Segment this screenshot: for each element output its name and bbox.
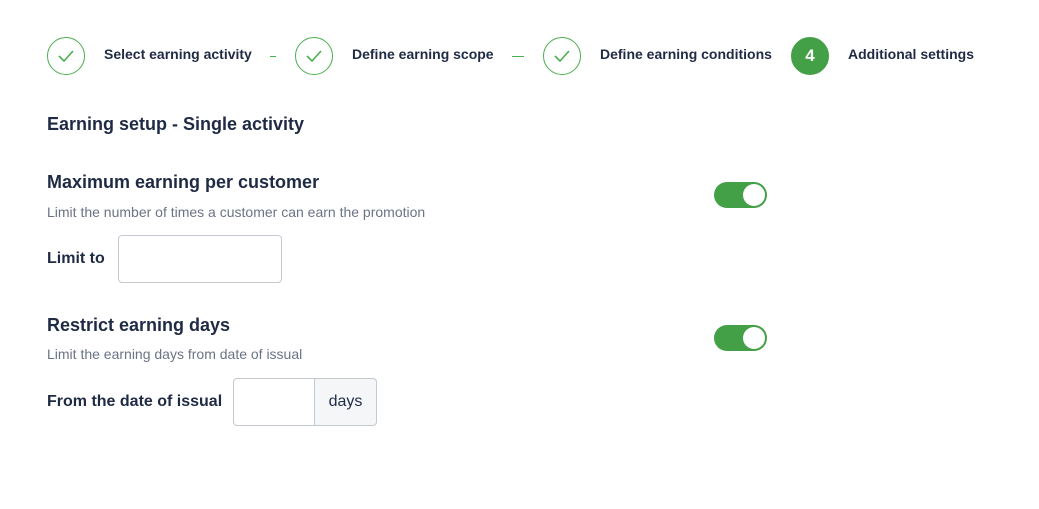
days-input[interactable]	[233, 378, 315, 426]
step-1-label: Select earning activity	[104, 46, 252, 62]
step-4-current-indicator[interactable]: 4	[791, 37, 829, 75]
step-1-complete-indicator[interactable]	[47, 37, 85, 75]
section-title: Earning setup - Single activity	[47, 114, 305, 134]
limit-to-input[interactable]	[118, 235, 282, 283]
toggle-knob	[743, 327, 765, 349]
step-separator	[512, 56, 524, 57]
restrict-days-description: Limit the earning days from date of issu…	[47, 346, 303, 362]
toggle-knob	[743, 184, 765, 206]
max-earning-title: Maximum earning per customer	[47, 172, 320, 192]
restrict-days-toggle[interactable]	[714, 325, 767, 351]
step-separator	[270, 56, 276, 57]
step-2-complete-indicator[interactable]	[295, 37, 333, 75]
days-unit-addon: days	[314, 378, 377, 426]
check-icon	[58, 50, 74, 63]
check-icon	[554, 50, 570, 63]
step-3-label: Define earning conditions	[600, 46, 772, 62]
progress-stepper: Select earning activity Define earning s…	[47, 37, 1007, 75]
step-4-label: Additional settings	[848, 46, 974, 62]
max-earning-description: Limit the number of times a customer can…	[47, 204, 426, 220]
step-3-complete-indicator[interactable]	[543, 37, 581, 75]
max-earning-toggle[interactable]	[714, 182, 767, 208]
check-icon	[306, 50, 322, 63]
step-2-label: Define earning scope	[352, 46, 494, 62]
date-of-issual-label: From the date of issual	[47, 393, 223, 410]
step-number: 4	[805, 46, 815, 65]
limit-to-label: Limit to	[47, 250, 105, 267]
restrict-days-title: Restrict earning days	[47, 315, 231, 335]
